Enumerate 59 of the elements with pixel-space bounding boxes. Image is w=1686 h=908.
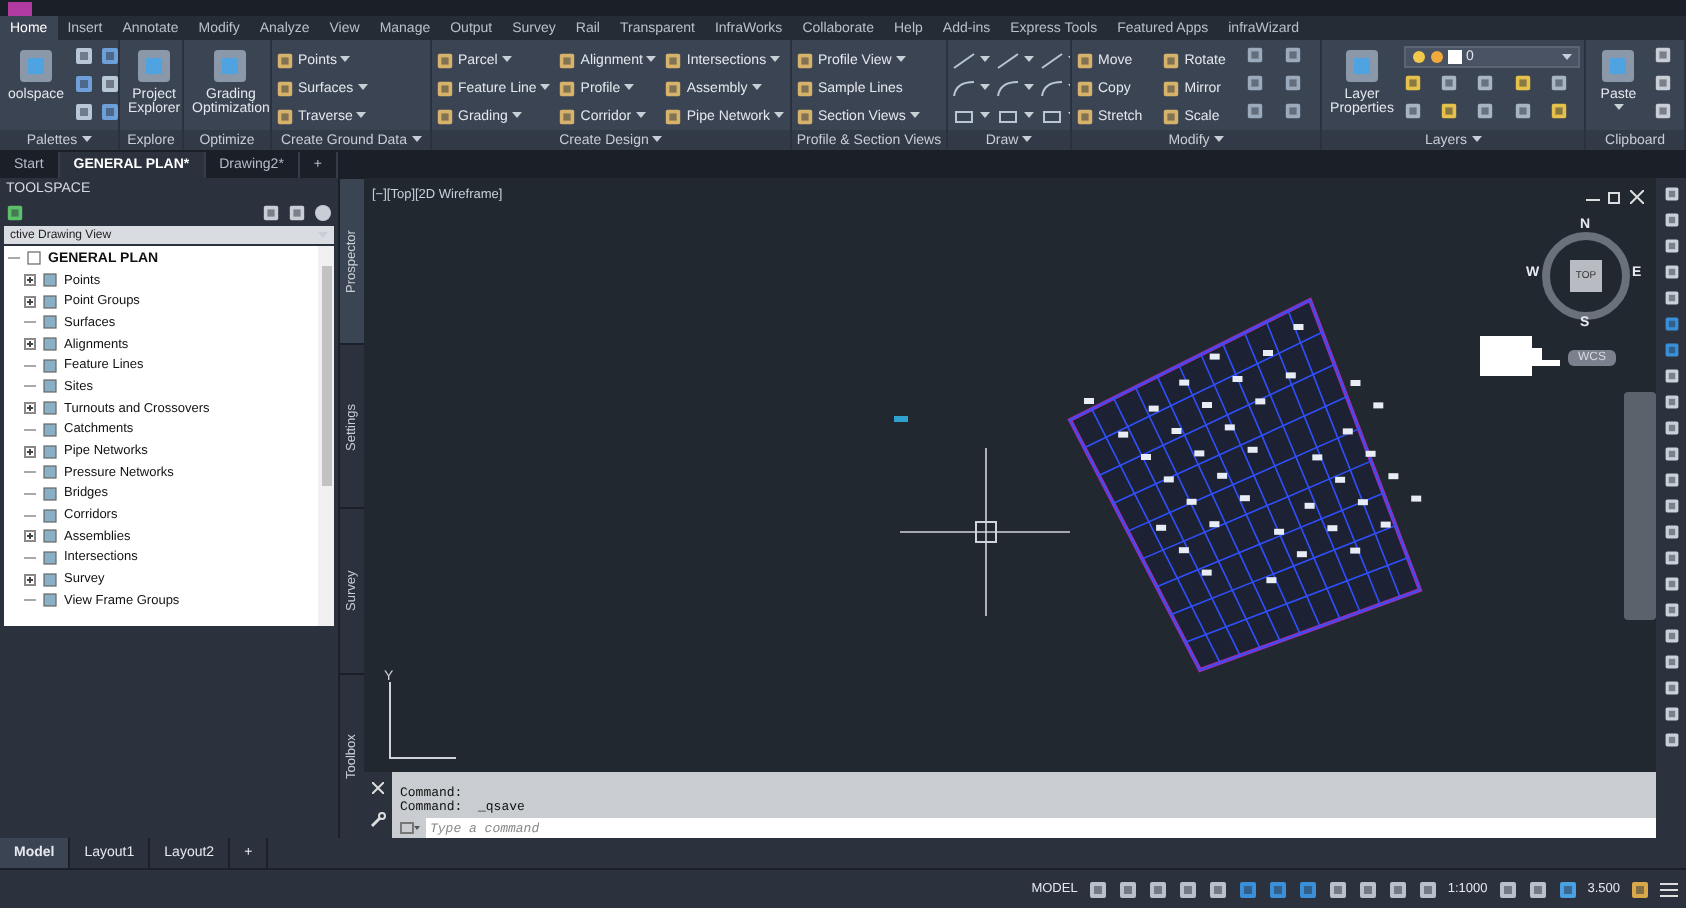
expand-icon[interactable] [24, 445, 36, 458]
palette-icon[interactable] [74, 102, 95, 122]
expand-icon[interactable] [24, 338, 36, 351]
draw-tool-icon[interactable] [996, 51, 1020, 69]
status-toggle-icon[interactable] [1237, 879, 1258, 899]
menu-icon[interactable] [1660, 881, 1678, 897]
close-icon[interactable] [372, 781, 384, 794]
caret-icon [1024, 84, 1034, 92]
swatch-icon [1448, 50, 1462, 64]
object-marker [894, 416, 908, 422]
status-toggle-icon[interactable] [1387, 879, 1408, 899]
status-toggle-icon[interactable] [1267, 879, 1288, 899]
draw-tool-icon[interactable] [996, 79, 1020, 97]
status-toggle-icon[interactable] [1297, 879, 1318, 899]
draw-tool-icon[interactable] [952, 79, 976, 97]
caret-icon [1024, 112, 1034, 120]
app-logo-icon [8, 1, 32, 15]
status-toggle-icon[interactable] [1417, 879, 1438, 899]
expand-icon[interactable] [24, 274, 36, 287]
expand-icon[interactable] [24, 530, 36, 543]
prompt-icon[interactable] [400, 822, 420, 834]
caret-icon [980, 84, 990, 92]
draw-tool-icon[interactable] [952, 51, 976, 69]
status-toggle-icon[interactable] [1327, 879, 1348, 899]
status-toggle-icon[interactable] [1177, 879, 1198, 899]
draw-tool-icon[interactable] [1040, 79, 1064, 97]
status-toggle-icon[interactable] [1117, 879, 1138, 899]
caret-icon [1024, 56, 1034, 64]
palette-icon[interactable] [100, 102, 118, 122]
toolspace-icon[interactable] [6, 204, 24, 222]
status-toggle-icon[interactable] [1147, 879, 1168, 899]
close-icon[interactable] [1630, 190, 1644, 204]
scrollbar[interactable] [318, 246, 334, 626]
expand-icon[interactable] [24, 573, 36, 586]
tool-icon [210, 46, 251, 86]
status-toggle-icon[interactable] [1087, 879, 1108, 899]
tool-icon [1342, 46, 1382, 86]
status-toggle-icon[interactable] [1357, 879, 1378, 899]
redaction-block-drawing [1480, 336, 1560, 376]
draw-tool-icon[interactable] [952, 107, 976, 125]
caret-icon [980, 112, 990, 120]
wrench-icon[interactable] [370, 812, 386, 829]
tool-icon [134, 46, 175, 86]
expand-icon[interactable] [24, 295, 36, 308]
caret-icon [980, 56, 990, 64]
ucs-axis-icon [389, 681, 457, 759]
palette-icon[interactable] [74, 46, 95, 66]
palette-icon[interactable] [74, 74, 95, 94]
draw-tool-icon[interactable] [996, 107, 1020, 125]
palette-icon[interactable] [100, 74, 118, 94]
draw-tool-icon[interactable] [1040, 107, 1064, 125]
expand-icon[interactable] [24, 402, 36, 415]
palette-icon[interactable] [100, 46, 118, 66]
tool-icon [16, 46, 57, 86]
restore-icon[interactable] [1608, 190, 1622, 204]
tool-icon [1598, 46, 1639, 86]
status-toggle-icon[interactable] [1207, 879, 1228, 899]
draw-tool-icon[interactable] [1040, 51, 1064, 69]
status-toggle-icon[interactable] [1630, 879, 1650, 899]
